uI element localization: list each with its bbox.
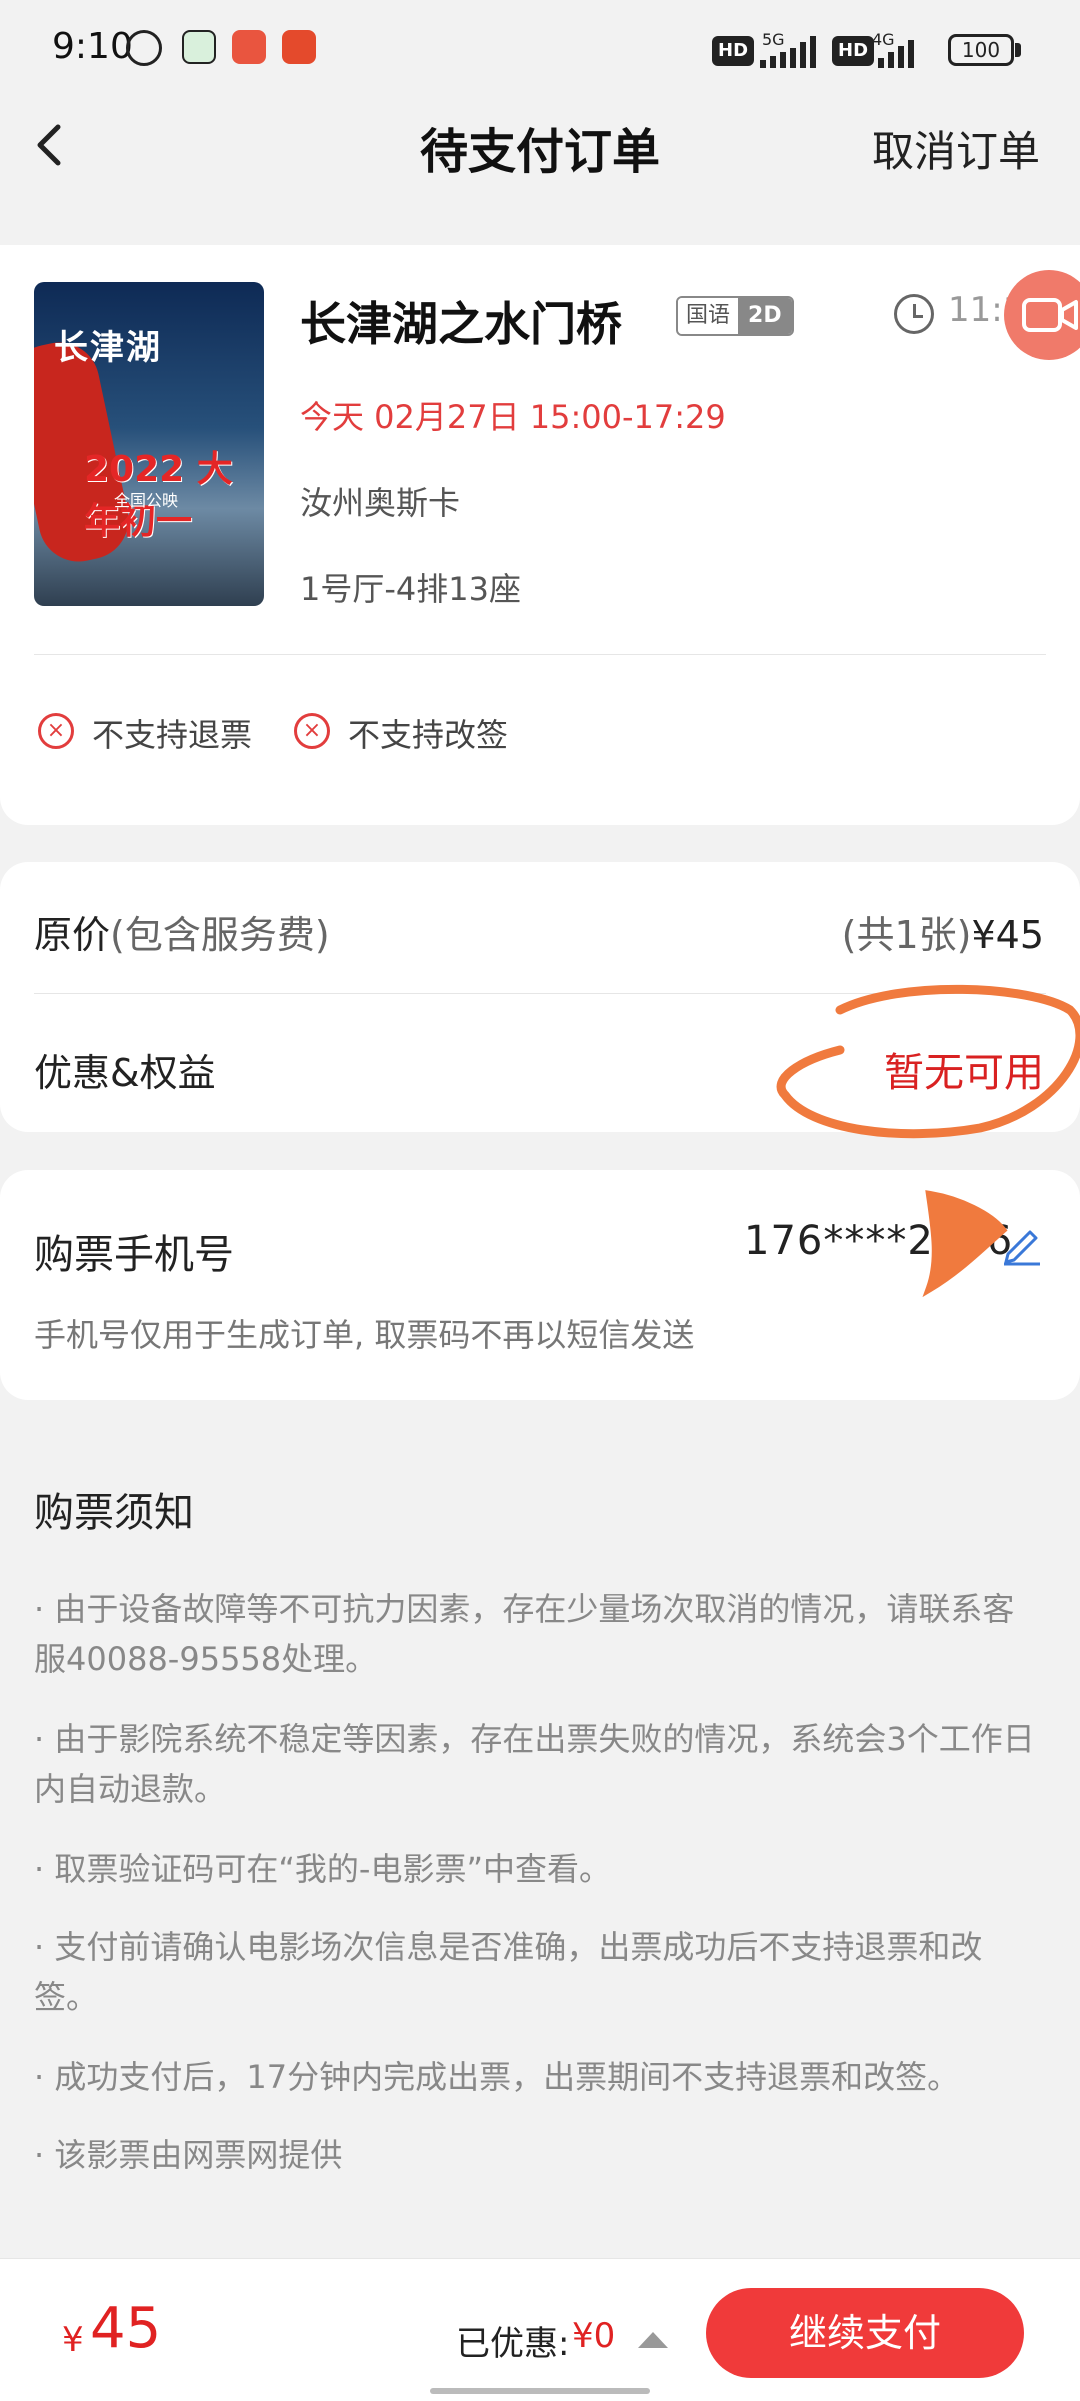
discount-row[interactable]: 优惠&权益 xyxy=(34,1042,216,1097)
format-label: 2D xyxy=(738,298,792,334)
app-s-icon xyxy=(282,30,316,64)
original-price-value: (共1张)¥45 xyxy=(842,904,1044,959)
ticket-count: (共1张) xyxy=(841,913,972,957)
notice-item: · 由于影院系统不稳定等因素，存在出票失败的情况，系统会3个工作日内自动退款。 xyxy=(34,1720,1035,1808)
edit-pencil-icon[interactable] xyxy=(1000,1222,1044,1266)
divider xyxy=(34,654,1046,655)
notice-item: · 成功支付后，17分钟内完成出票，出票期间不支持退票和改签。 xyxy=(34,2058,960,2096)
seat-info: 1号厅-4排13座 xyxy=(300,570,521,608)
signal-icon-2 xyxy=(878,40,914,68)
no-refund-label: 不支持退票 xyxy=(92,716,253,754)
notice-item: · 该影票由网票网提供 xyxy=(34,2136,343,2174)
alarm-icon xyxy=(126,30,162,66)
phone-card xyxy=(0,1170,1080,1400)
hd-badge-2: HD xyxy=(832,36,875,66)
signal-icon-1 xyxy=(760,36,816,68)
phone-note: 手机号仅用于生成订单, 取票码不再以短信发送 xyxy=(34,1316,695,1354)
cinema-name: 汝州奥斯卡 xyxy=(300,484,461,522)
continue-pay-button[interactable]: 继续支付 xyxy=(706,2288,1024,2378)
status-time: 9:10 xyxy=(52,26,133,67)
video-app-icon xyxy=(232,30,266,64)
movie-poster[interactable]: 长津湖 2022 大年初一 全国公映 xyxy=(34,282,264,606)
language-label: 国语 xyxy=(678,298,739,334)
total-amount: 45 xyxy=(90,2296,162,2361)
battery-icon: 100 xyxy=(948,34,1014,66)
phone-number: 176****2036 xyxy=(744,1218,1014,1264)
notice-item: · 支付前请确认电影场次信息是否准确，出票成功后不支持退票和改签。 xyxy=(34,1928,983,2016)
original-price-amount: ¥45 xyxy=(971,913,1044,957)
applied-discount-value[interactable]: ¥0 xyxy=(572,2316,615,2356)
show-time: 今天 02月27日 15:00-17:29 xyxy=(300,398,726,436)
app-notification-icon xyxy=(182,30,216,64)
video-camera-icon xyxy=(1022,298,1078,332)
battery-tip xyxy=(1015,43,1021,57)
expand-caret-icon[interactable] xyxy=(638,2332,668,2348)
service-fee-hint: (包含服务费) xyxy=(110,913,330,957)
notice-item: · 由于设备故障等不可抗力因素，存在少量场次取消的情况，请联系客服40088-9… xyxy=(34,1590,1015,1678)
cancel-order-button[interactable]: 取消订单 xyxy=(872,118,1040,179)
divider xyxy=(34,993,1046,994)
notice-title: 购票须知 xyxy=(34,1490,194,1536)
no-change-icon: × xyxy=(294,713,330,749)
no-refund-icon: × xyxy=(38,713,74,749)
original-price-title: 原价 xyxy=(34,913,111,957)
clock-icon xyxy=(894,294,934,334)
notice-item: · 取票验证码可在“我的-电影票”中查看。 xyxy=(34,1850,612,1888)
language-format-badge: 国语 2D xyxy=(676,296,794,336)
hd-badge-1: HD xyxy=(712,36,755,66)
applied-discount-label[interactable]: 已优惠: xyxy=(456,2316,569,2365)
poster-title: 长津湖 xyxy=(54,328,162,368)
discount-unavailable[interactable]: 暂无可用 xyxy=(884,1040,1044,1098)
home-indicator xyxy=(430,2388,650,2394)
poster-subtitle: 全国公映 xyxy=(114,491,179,510)
original-price-label: 原价(包含服务费) xyxy=(34,904,330,959)
movie-name: 长津湖之水门桥 xyxy=(300,297,622,351)
total-currency: ¥ xyxy=(62,2320,84,2360)
no-change-label: 不支持改签 xyxy=(348,716,509,754)
phone-label: 购票手机号 xyxy=(34,1232,234,1278)
